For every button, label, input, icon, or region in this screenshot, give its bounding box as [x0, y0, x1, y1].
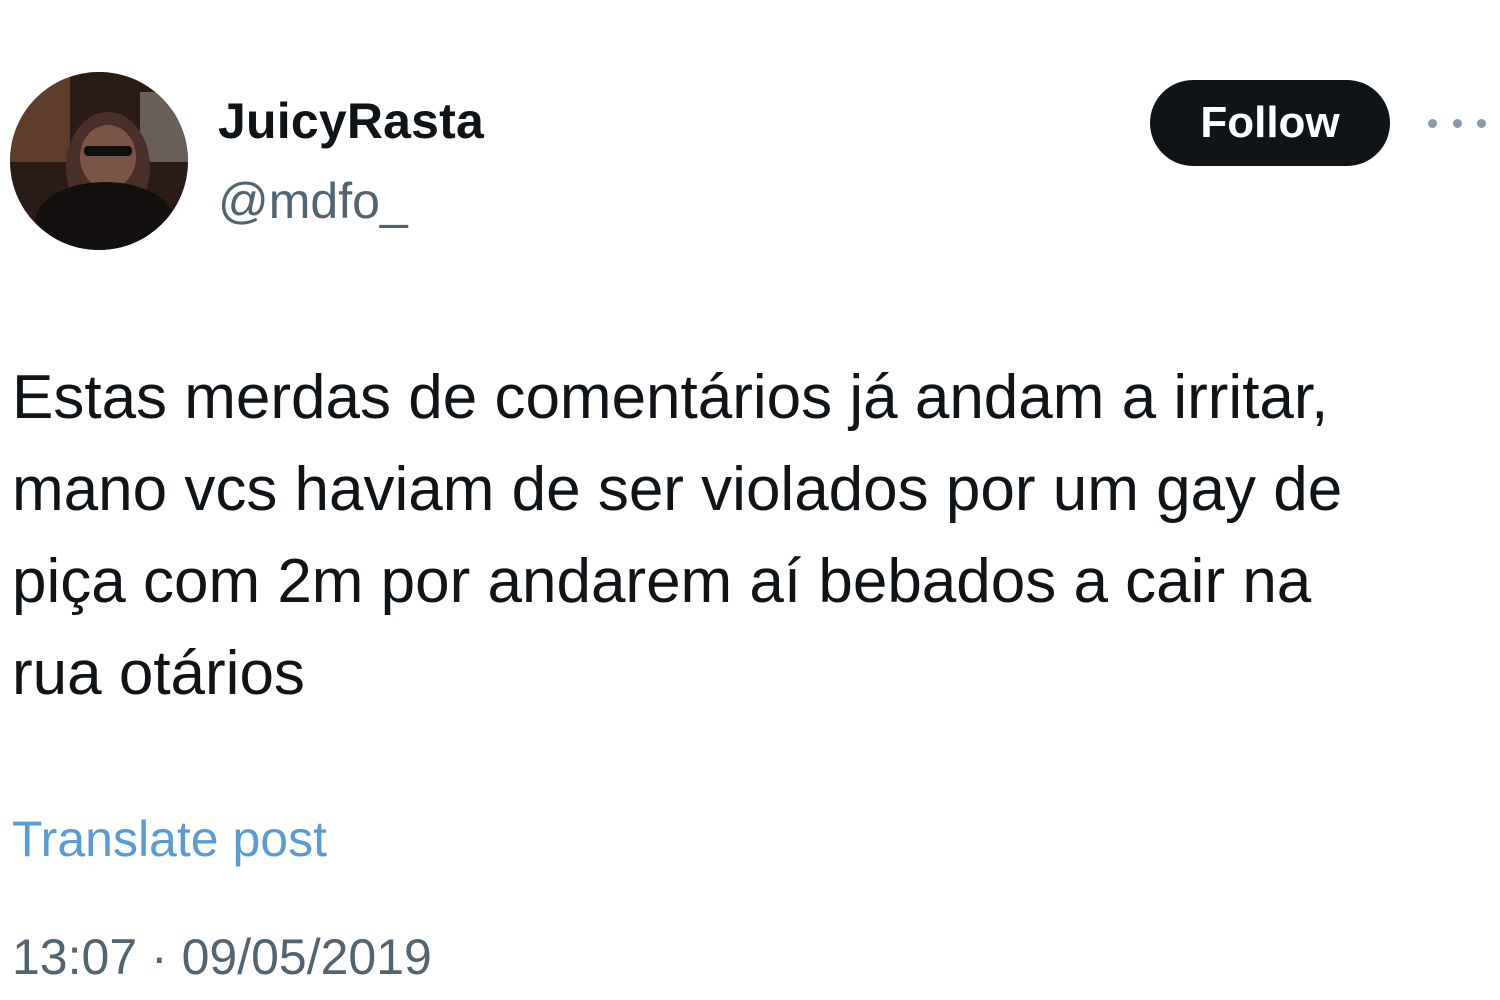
- follow-button[interactable]: Follow: [1150, 80, 1390, 166]
- timestamp-separator: ·: [151, 929, 168, 985]
- post-timestamp[interactable]: 13:07 · 09/05/2019: [12, 928, 432, 986]
- post-time: 13:07: [12, 929, 138, 985]
- translate-post-link[interactable]: Translate post: [12, 810, 327, 868]
- more-dot: [1477, 118, 1486, 128]
- more-dot: [1452, 118, 1462, 128]
- post-date: 09/05/2019: [181, 929, 432, 985]
- avatar-photo: [10, 72, 188, 250]
- display-name[interactable]: JuicyRasta: [218, 92, 484, 150]
- post-text: Estas merdas de comentários já andam a i…: [12, 363, 1343, 708]
- tweet-card: JuicyRasta @mdfo_ Follow Estas merdas de…: [0, 0, 1500, 1000]
- avatar[interactable]: [10, 72, 188, 250]
- more-horizontal-icon[interactable]: [1428, 108, 1486, 138]
- user-handle[interactable]: @mdfo_: [218, 172, 408, 230]
- more-dot: [1428, 118, 1437, 128]
